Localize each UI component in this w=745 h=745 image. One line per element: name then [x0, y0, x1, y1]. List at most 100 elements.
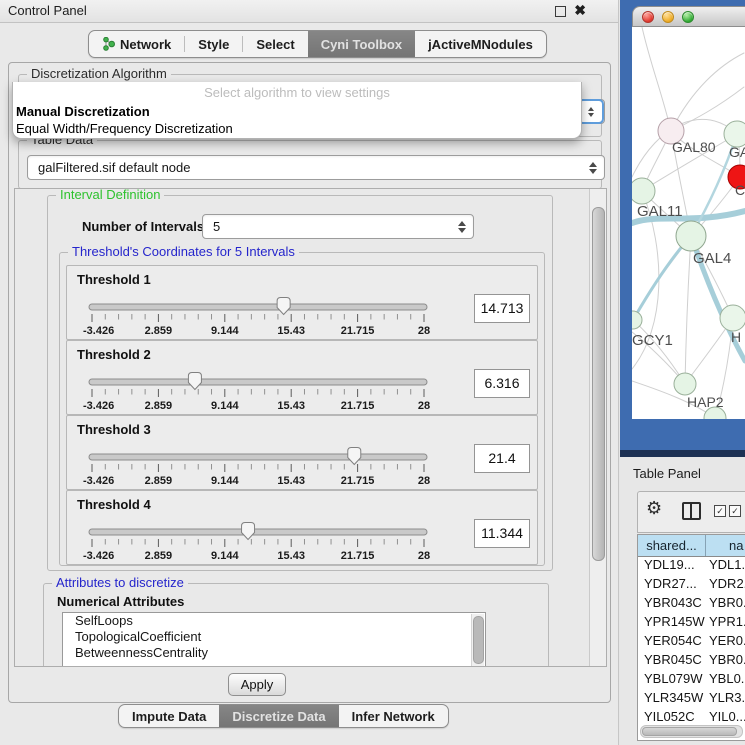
node-label: C	[735, 182, 745, 198]
combo-stepper-icon	[589, 162, 597, 174]
apply-button[interactable]: Apply	[228, 673, 286, 696]
checkbox-select-all-icon[interactable]: ✓	[714, 505, 726, 517]
svg-text:21.715: 21.715	[341, 475, 375, 487]
threshold-panel-3: Threshold 3-3.4262.8599.14415.4321.71528…	[66, 415, 538, 490]
cell-name: YBL0...	[706, 671, 745, 690]
attributes-to-discretize-group: Attributes to discretize Numerical Attri…	[43, 583, 549, 667]
threshold-value-field[interactable]: 21.4	[474, 444, 530, 473]
column-header-shared-[interactable]: shared...	[638, 535, 706, 556]
tab-discretize-data[interactable]: Discretize Data	[219, 705, 338, 727]
svg-text:9.144: 9.144	[211, 325, 239, 337]
table-row[interactable]: YDR27...YDR2...	[638, 576, 745, 595]
threshold-slider-1[interactable]: -3.4262.8599.14415.4321.71528	[81, 294, 471, 338]
list-scrollbar[interactable]	[471, 614, 484, 667]
checkbox-select-none-icon[interactable]: ✓	[729, 505, 741, 517]
slider-thumb[interactable]	[348, 448, 361, 465]
table-row[interactable]: YER054CYER0...	[638, 633, 745, 652]
tab-cyni-toolbox[interactable]: Cyni Toolbox	[308, 31, 415, 57]
dropdown-option-equal-width-frequency-discretization[interactable]: Equal Width/Frequency Discretization	[13, 120, 581, 137]
slider-thumb[interactable]	[242, 523, 255, 540]
dropdown-option-manual-discretization[interactable]: Manual Discretization	[13, 103, 581, 120]
table-toolbar: ⚙ ✓ ✓	[637, 491, 745, 533]
gear-icon[interactable]: ⚙	[646, 499, 662, 517]
svg-text:28: 28	[418, 475, 430, 487]
svg-text:-3.426: -3.426	[83, 325, 114, 337]
numerical-attributes-list[interactable]: SelfLoopsTopologicalCoefficientBetweenne…	[62, 612, 486, 667]
arrow-down-icon	[588, 113, 594, 117]
threshold-label: Threshold 3	[77, 422, 151, 437]
table-panel-title: Table Panel	[633, 466, 701, 481]
network-node-h[interactable]	[720, 305, 745, 331]
list-scrollbar-thumb[interactable]	[473, 616, 484, 664]
float-window-icon[interactable]	[555, 6, 566, 17]
threshold-value-field[interactable]: 14.713	[474, 294, 530, 323]
combo-stepper-icon	[458, 221, 466, 233]
cell-shared-name: YDL19...	[638, 557, 706, 576]
threshold-slider-4[interactable]: -3.4262.8599.14415.4321.71528	[81, 519, 471, 563]
node-label: GAL11	[637, 203, 683, 220]
table-row[interactable]: YPR145WYPR1...	[638, 614, 745, 633]
network-window-titlebar[interactable]	[632, 6, 745, 27]
attribute-item-betweennesscentrality[interactable]: BetweennessCentrality	[63, 645, 485, 661]
cell-shared-name: YBL079W	[638, 671, 706, 690]
slider-thumb[interactable]	[188, 373, 201, 390]
network-node-hap2[interactable]	[674, 373, 696, 395]
network-node-gcy1[interactable]	[632, 311, 642, 329]
tab-select[interactable]: Select	[243, 31, 307, 57]
thresholds-coordinates-group: Threshold's Coordinates for 5 Intervals …	[59, 252, 545, 566]
svg-text:21.715: 21.715	[341, 550, 375, 562]
threshold-slider-2[interactable]: -3.4262.8599.14415.4321.71528	[81, 369, 471, 413]
threshold-value-field[interactable]: 6.316	[474, 369, 530, 398]
close-traffic-light-icon[interactable]	[642, 11, 654, 23]
table-row[interactable]: YBL079WYBL0...	[638, 671, 745, 690]
cyni-toolbox-panel: Discretization Algorithm Table Data galF…	[8, 62, 611, 703]
cell-shared-name: YLR345W	[638, 690, 706, 709]
column-header-na[interactable]: na	[706, 535, 745, 556]
table-row[interactable]: YLR345WYLR3...	[638, 690, 745, 709]
attribute-item-topologicalcoefficient[interactable]: TopologicalCoefficient	[63, 629, 485, 645]
table-row[interactable]: YBR045CYBR0...	[638, 652, 745, 671]
tab-jactivemnodules[interactable]: jActiveMNodules	[415, 31, 546, 57]
network-node-gal4[interactable]	[676, 221, 706, 251]
tab-infer-network[interactable]: Infer Network	[339, 705, 448, 727]
threshold-panel-4: Threshold 4-3.4262.8599.14415.4321.71528…	[66, 490, 538, 565]
slider-thumb[interactable]	[277, 298, 290, 315]
tab-style[interactable]: Style	[185, 31, 242, 57]
threshold-slider-3[interactable]: -3.4262.8599.14415.4321.71528	[81, 444, 471, 488]
arrow-down-icon	[589, 169, 597, 174]
number-of-intervals-value: 5	[213, 219, 220, 234]
top-tab-bar: NetworkStyleSelectCyni ToolboxjActiveMNo…	[88, 30, 547, 58]
zoom-traffic-light-icon[interactable]	[682, 11, 694, 23]
network-view-canvas[interactable]: GAL80GACGAL11GAL4GCY1HHAP2	[632, 27, 745, 419]
arrow-down-icon	[458, 228, 466, 233]
arrow-up-icon	[458, 221, 466, 226]
network-node-gal11[interactable]	[632, 178, 655, 204]
node-label: GA	[729, 144, 745, 160]
group-label-thresholds: Threshold's Coordinates for 5 Intervals	[68, 244, 299, 259]
cell-shared-name: YBR045C	[638, 652, 706, 671]
minimize-traffic-light-icon[interactable]	[662, 11, 674, 23]
close-icon[interactable]: ✖	[574, 2, 586, 19]
horizontal-scrollbar-thumb[interactable]	[642, 727, 737, 736]
number-of-intervals-select[interactable]: 5	[202, 214, 474, 239]
slider-graphic: -3.4262.8599.14415.4321.71528	[81, 519, 471, 563]
svg-text:28: 28	[418, 325, 430, 337]
svg-text:15.43: 15.43	[277, 550, 305, 562]
tab-network[interactable]: Network	[89, 31, 184, 57]
node-label: GCY1	[632, 332, 673, 349]
threshold-label: Threshold 2	[77, 347, 151, 362]
table-data-select[interactable]: galFiltered.sif default node	[27, 155, 605, 180]
vertical-scrollbar-thumb[interactable]	[592, 207, 605, 561]
attribute-item-selfloops[interactable]: SelfLoops	[63, 613, 485, 629]
horizontal-scrollbar[interactable]	[640, 725, 743, 738]
vertical-scrollbar[interactable]	[589, 189, 606, 666]
svg-text:15.43: 15.43	[277, 325, 305, 337]
table-row[interactable]: YDL19...YDL1...	[638, 557, 745, 576]
threshold-value-field[interactable]: 11.344	[474, 519, 530, 548]
cell-name: YPR1...	[706, 614, 745, 633]
columns-icon[interactable]	[682, 502, 701, 520]
cell-shared-name: YBR043C	[638, 595, 706, 614]
table-row[interactable]: YBR043CYBR0...	[638, 595, 745, 614]
tab-impute-data[interactable]: Impute Data	[119, 705, 219, 727]
table-data-selected-value: galFiltered.sif default node	[38, 160, 190, 175]
